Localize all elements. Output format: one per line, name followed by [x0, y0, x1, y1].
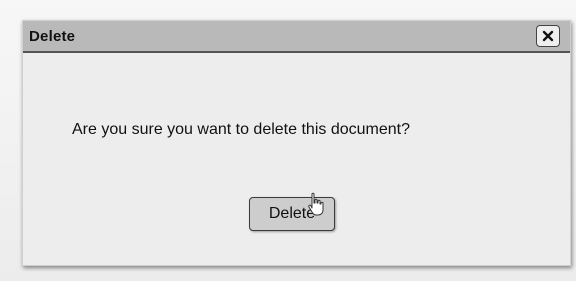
dialog-title: Delete	[29, 28, 76, 45]
dialog-titlebar: Delete	[23, 21, 570, 53]
screen-background: Delete Are you sure you want to delete t…	[0, 0, 576, 281]
close-icon	[542, 30, 554, 42]
confirmation-message: Are you sure you want to delete this doc…	[72, 121, 410, 138]
hand-pointer-icon	[308, 192, 324, 216]
delete-dialog: Delete Are you sure you want to delete t…	[22, 20, 571, 266]
close-button[interactable]	[536, 25, 560, 47]
